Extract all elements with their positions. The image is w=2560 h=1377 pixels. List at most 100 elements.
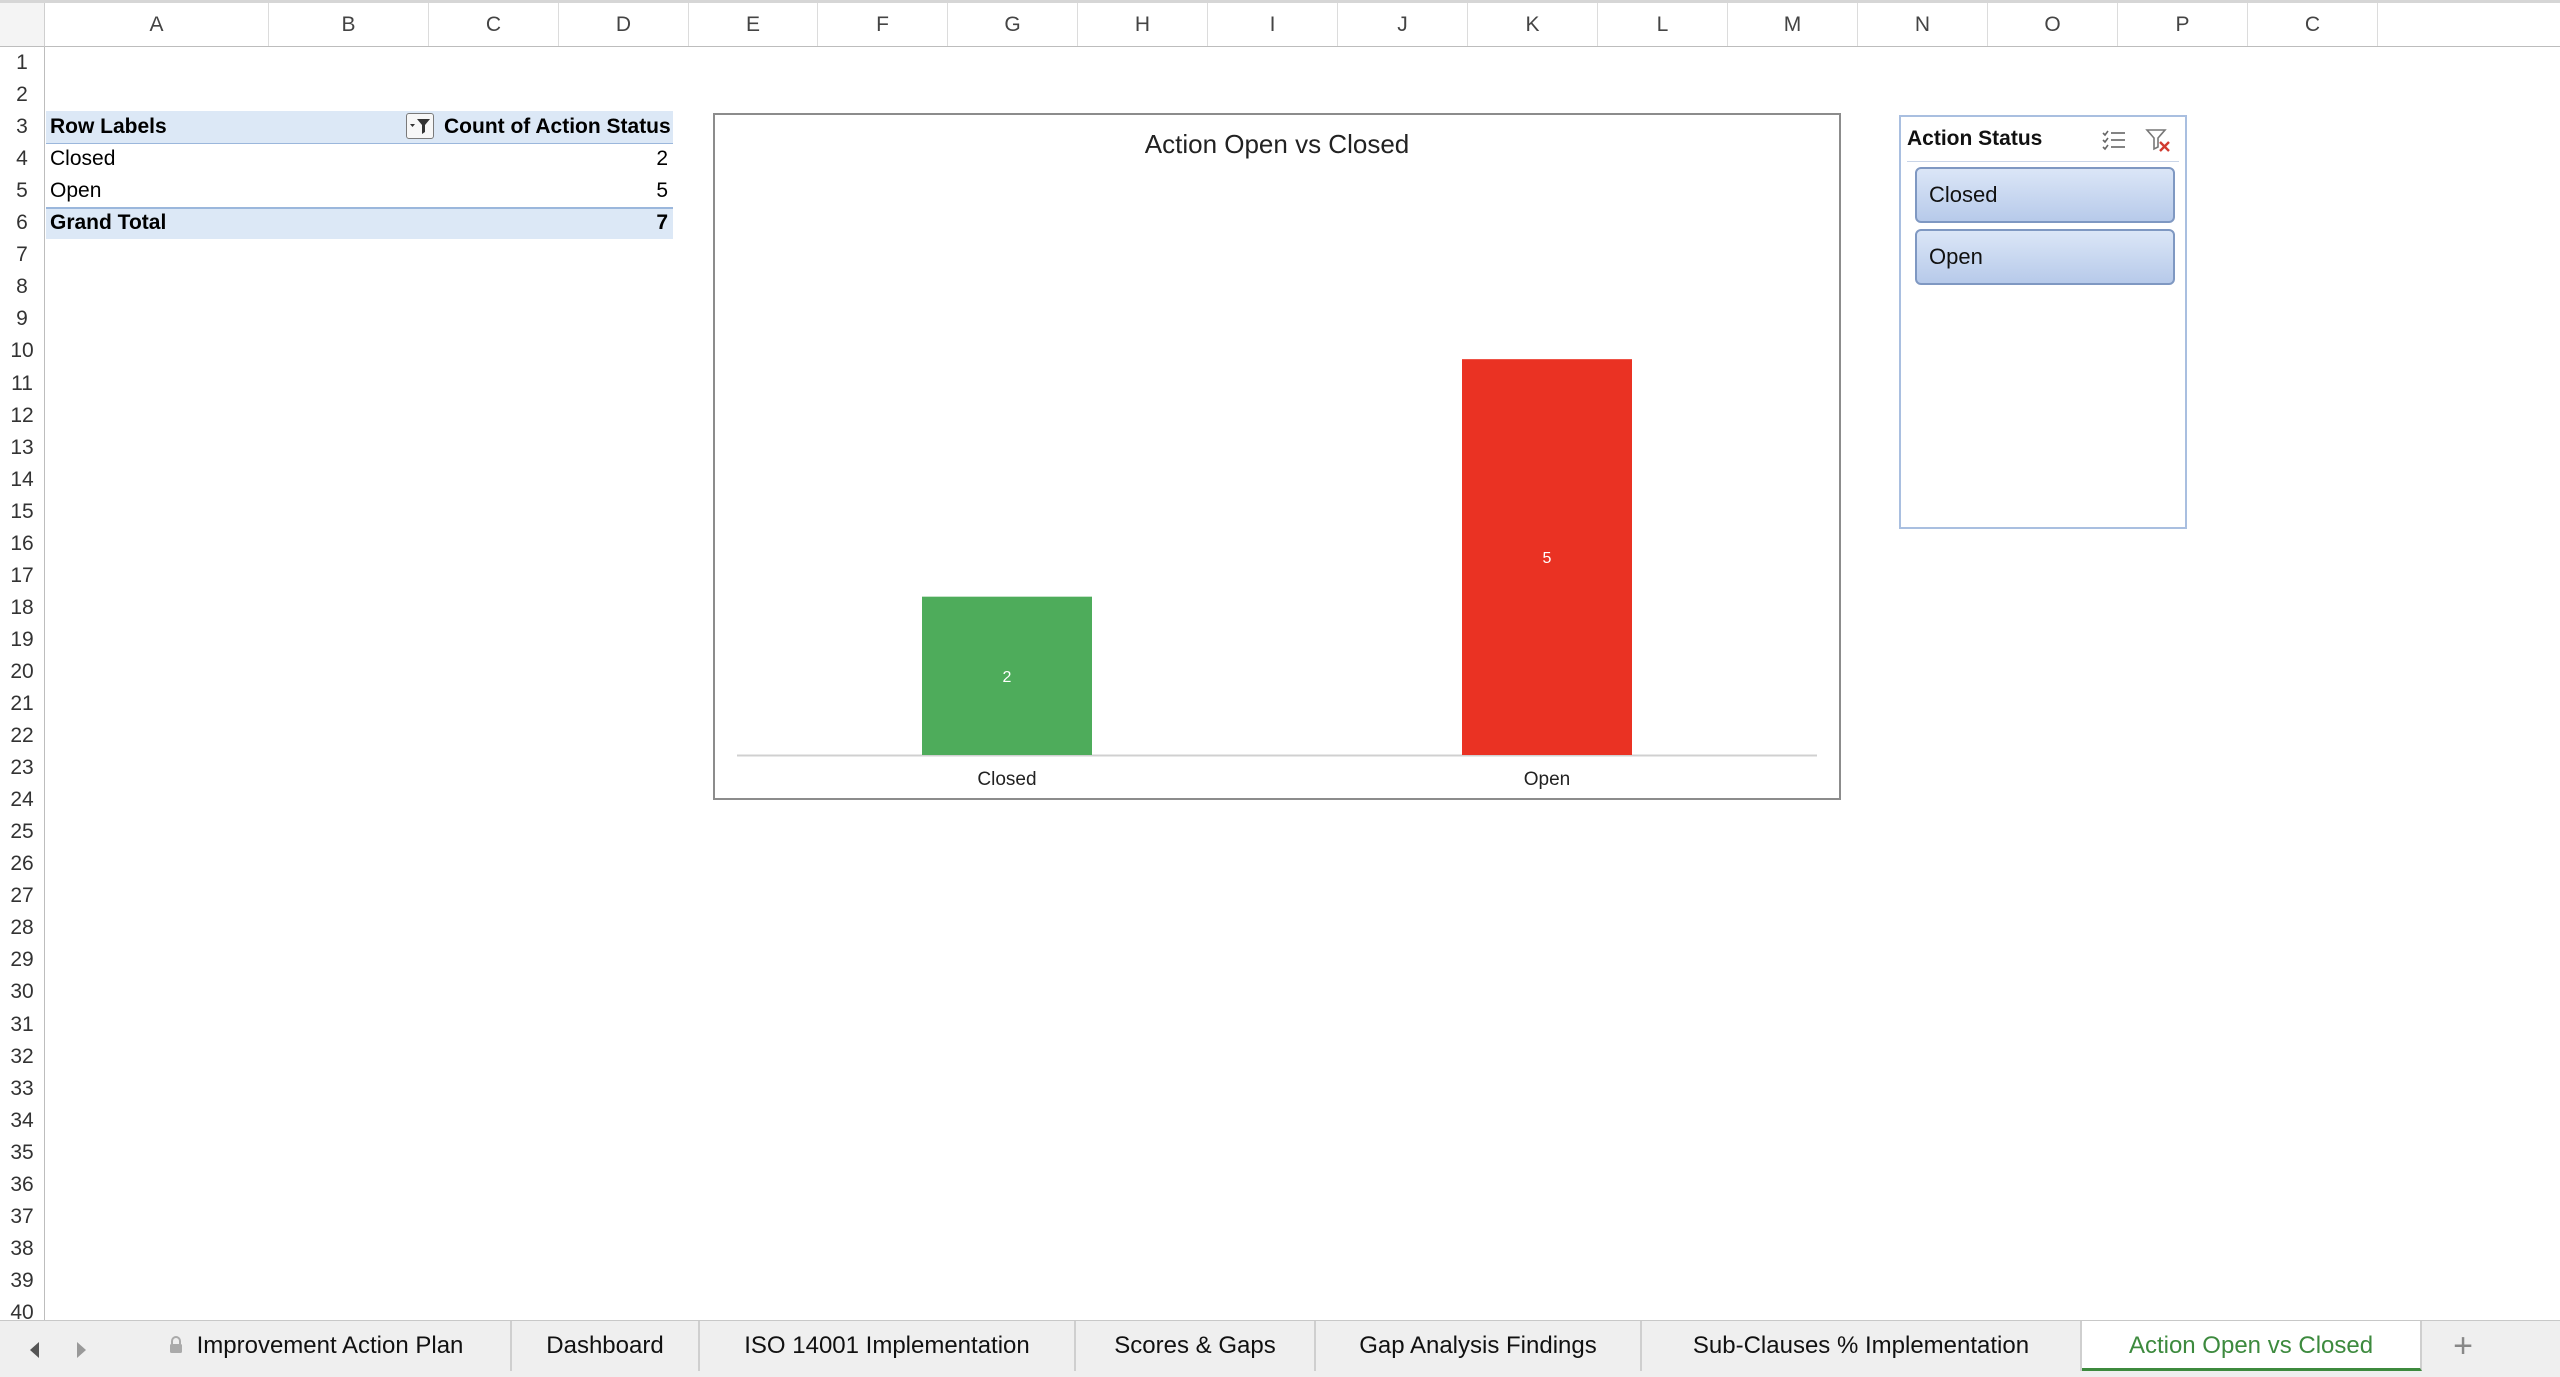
scroll-tabs-left-icon[interactable]: [20, 1335, 50, 1365]
column-header-g[interactable]: G: [948, 3, 1078, 46]
row-header[interactable]: 1: [0, 47, 44, 79]
column-header-d[interactable]: D: [559, 3, 689, 46]
row-header[interactable]: 5: [0, 175, 44, 207]
column-header-k[interactable]: K: [1468, 3, 1598, 46]
tab-label: Sub-Clauses % Implementation: [1692, 1332, 2030, 1359]
row-header[interactable]: 2: [0, 79, 44, 111]
row-header[interactable]: 9: [0, 303, 44, 335]
pivot-row-labels-header[interactable]: Row Labels: [50, 112, 167, 142]
column-header-i[interactable]: I: [1208, 3, 1338, 46]
row-header[interactable]: 13: [0, 432, 44, 464]
row-header[interactable]: 8: [0, 271, 44, 303]
column-header-c[interactable]: C: [429, 3, 559, 46]
row-header[interactable]: 32: [0, 1041, 44, 1073]
tab-label: Action Open vs Closed: [2128, 1332, 2374, 1359]
pivot-row-label[interactable]: Open: [50, 176, 101, 206]
column-header-p[interactable]: P: [2118, 3, 2248, 46]
row-header[interactable]: 10: [0, 335, 44, 367]
row-header[interactable]: 31: [0, 1009, 44, 1041]
row-header[interactable]: 40: [0, 1297, 44, 1320]
tab-label: Dashboard: [546, 1332, 664, 1359]
row-header[interactable]: 36: [0, 1169, 44, 1201]
sheet-tab-bar: Improvement Action Plan Dashboard ISO 14…: [0, 1320, 2560, 1377]
row-header[interactable]: 6: [0, 207, 44, 239]
row-header[interactable]: 15: [0, 496, 44, 528]
row-header[interactable]: 19: [0, 624, 44, 656]
row-header[interactable]: 26: [0, 848, 44, 880]
row-header[interactable]: 16: [0, 528, 44, 560]
data-label: 5: [1543, 550, 1552, 567]
tab-improvement-action-plan[interactable]: Improvement Action Plan: [122, 1321, 512, 1371]
tab-label: Scores & Gaps: [1114, 1332, 1276, 1359]
pivot-row-label[interactable]: Closed: [50, 144, 115, 174]
filter-dropdown-icon: [410, 119, 430, 134]
tab-label: Gap Analysis Findings: [1359, 1332, 1597, 1359]
x-tick-label: Closed: [977, 769, 1036, 790]
row-header[interactable]: 39: [0, 1265, 44, 1297]
row-header[interactable]: 23: [0, 752, 44, 784]
row-header[interactable]: 37: [0, 1201, 44, 1233]
tab-dashboard[interactable]: Dashboard: [512, 1321, 700, 1371]
row-header[interactable]: 4: [0, 143, 44, 175]
row-header[interactable]: 14: [0, 464, 44, 496]
pivot-values-header[interactable]: Count of Action Status: [444, 112, 671, 142]
tab-action-open-vs-closed[interactable]: Action Open vs Closed: [2082, 1321, 2422, 1371]
select-all-corner[interactable]: [0, 3, 45, 47]
tab-label: ISO 14001 Implementation: [744, 1332, 1030, 1359]
column-header-q[interactable]: C: [2248, 3, 2378, 46]
slicer-title: Action Status: [1907, 127, 2043, 150]
row-header[interactable]: 27: [0, 880, 44, 912]
clear-filter-icon[interactable]: [2143, 125, 2173, 155]
slicer-item-closed[interactable]: Closed: [1915, 167, 2175, 223]
data-label: 2: [1003, 669, 1012, 686]
column-header-j[interactable]: J: [1338, 3, 1468, 46]
tab-scores-gaps[interactable]: Scores & Gaps: [1076, 1321, 1316, 1371]
row-header[interactable]: 38: [0, 1233, 44, 1265]
row-header[interactable]: 17: [0, 560, 44, 592]
column-header-e[interactable]: E: [689, 3, 818, 46]
row-header[interactable]: 30: [0, 976, 44, 1008]
row-header[interactable]: 3: [0, 111, 44, 143]
row-header[interactable]: 35: [0, 1137, 44, 1169]
pivot-row-value[interactable]: 5: [560, 176, 668, 206]
column-header-f[interactable]: F: [818, 3, 948, 46]
chart-plot-area: 2 Closed 5 Open: [737, 359, 1817, 790]
tab-iso-14001-implementation[interactable]: ISO 14001 Implementation: [700, 1321, 1076, 1371]
row-header[interactable]: 11: [0, 368, 44, 400]
row-header[interactable]: 24: [0, 784, 44, 816]
row-header[interactable]: 20: [0, 656, 44, 688]
row-header[interactable]: 28: [0, 912, 44, 944]
row-header[interactable]: 21: [0, 688, 44, 720]
tab-label: Improvement Action Plan: [196, 1332, 464, 1359]
tab-sub-clauses-implementation[interactable]: Sub-Clauses % Implementation: [1642, 1321, 2082, 1371]
lock-icon: [169, 1336, 183, 1354]
row-header[interactable]: 22: [0, 720, 44, 752]
row-header[interactable]: 25: [0, 816, 44, 848]
column-header-n[interactable]: N: [1858, 3, 1988, 46]
spreadsheet-grid[interactable]: A B C D E F G H I J K L M N O P C 123456…: [0, 0, 2560, 1320]
scroll-tabs-right-icon[interactable]: [66, 1335, 96, 1365]
add-sheet-button[interactable]: +: [2428, 1321, 2498, 1371]
bar-chart[interactable]: Action Open vs Closed 2 Closed 5 Open: [713, 113, 1841, 800]
column-header-m[interactable]: M: [1728, 3, 1858, 46]
column-header-b[interactable]: B: [269, 3, 429, 46]
column-header-o[interactable]: O: [1988, 3, 2118, 46]
column-header-a[interactable]: A: [45, 3, 269, 46]
row-header[interactable]: 12: [0, 400, 44, 432]
row-header[interactable]: 34: [0, 1105, 44, 1137]
pivot-grand-total-value[interactable]: 7: [560, 208, 668, 238]
slicer-item-open[interactable]: Open: [1915, 229, 2175, 285]
row-header[interactable]: 33: [0, 1073, 44, 1105]
pivot-row-value[interactable]: 2: [560, 144, 668, 174]
column-header-h[interactable]: H: [1078, 3, 1208, 46]
row-header[interactable]: 18: [0, 592, 44, 624]
column-header-l[interactable]: L: [1598, 3, 1728, 46]
multi-select-icon[interactable]: [2099, 125, 2129, 155]
pivot-grand-total-label[interactable]: Grand Total: [50, 208, 166, 238]
tab-gap-analysis-findings[interactable]: Gap Analysis Findings: [1316, 1321, 1642, 1371]
pivot-filter-button[interactable]: [406, 113, 434, 139]
row-header[interactable]: 29: [0, 944, 44, 976]
x-tick-label: Open: [1524, 769, 1570, 790]
action-status-slicer[interactable]: Action Status Closed Open: [1899, 115, 2187, 529]
row-header[interactable]: 7: [0, 239, 44, 271]
